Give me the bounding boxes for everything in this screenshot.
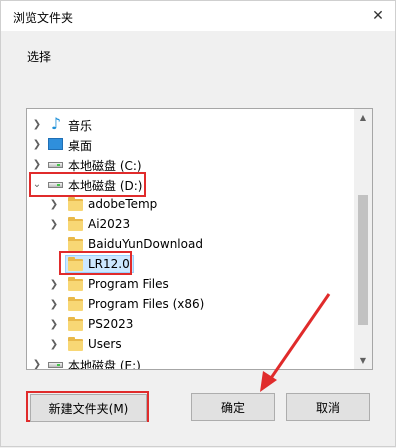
tree-item-music[interactable]: ❯ ♪ 音乐 bbox=[27, 114, 354, 134]
tree-item-label: LR12.0 bbox=[88, 257, 130, 271]
folder-icon bbox=[68, 317, 83, 331]
tree-item-folder[interactable]: ❯ Program Files bbox=[27, 274, 354, 294]
chevron-right-icon[interactable]: ❯ bbox=[48, 294, 60, 314]
chevron-right-icon[interactable]: ❯ bbox=[31, 154, 43, 174]
folder-tree-content: ❯ ♪ 音乐 ❯ 桌面 ❯ 本地磁盘 (C:) ⌄ 本地磁盘 (D:) ❯ ad… bbox=[27, 109, 354, 369]
chevron-right-icon[interactable]: ❯ bbox=[48, 194, 60, 214]
scroll-down-icon[interactable]: ▼ bbox=[354, 352, 372, 369]
chevron-right-icon[interactable]: ❯ bbox=[48, 214, 60, 234]
chevron-down-icon[interactable]: ⌄ bbox=[31, 174, 43, 194]
scrollbar-thumb[interactable] bbox=[358, 195, 368, 325]
folder-icon bbox=[68, 337, 83, 351]
tree-item-label: adobeTemp bbox=[88, 197, 158, 211]
cancel-button[interactable]: 取消 bbox=[286, 393, 370, 421]
tree-item-label: 本地磁盘 (D:) bbox=[68, 179, 143, 193]
tree-item-label: 本地磁盘 (C:) bbox=[68, 159, 142, 173]
tree-item-folder[interactable]: ❯ Users bbox=[27, 334, 354, 354]
tree-item-folder[interactable]: ❯ Program Files (x86) bbox=[27, 294, 354, 314]
drive-icon bbox=[48, 162, 63, 168]
folder-icon bbox=[68, 277, 83, 291]
tree-item-label: 音乐 bbox=[68, 119, 93, 133]
tree-item-label: Users bbox=[88, 337, 122, 351]
music-icon: ♪ bbox=[50, 114, 62, 133]
chevron-right-icon[interactable]: ❯ bbox=[48, 274, 60, 294]
browse-folder-dialog: 浏览文件夹 ✕ 选择 ❯ ♪ 音乐 ❯ 桌面 ❯ 本地磁盘 (C:) ⌄ 本地磁… bbox=[0, 0, 396, 447]
chevron-right-icon[interactable]: ❯ bbox=[48, 334, 60, 354]
tree-item-label: 本地磁盘 (E:) bbox=[68, 359, 141, 370]
folder-icon bbox=[68, 217, 83, 231]
tree-item-drive-d[interactable]: ⌄ 本地磁盘 (D:) bbox=[27, 174, 354, 194]
dialog-description: 选择 bbox=[27, 50, 52, 64]
tree-item-label: Ai2023 bbox=[88, 217, 131, 231]
chevron-right-icon[interactable]: ❯ bbox=[31, 114, 43, 134]
folder-icon bbox=[68, 197, 83, 211]
tree-item-folder[interactable]: BaiduYunDownload bbox=[27, 234, 354, 254]
title-bar: 浏览文件夹 ✕ bbox=[1, 1, 395, 31]
tree-item-label: Program Files (x86) bbox=[88, 297, 205, 311]
folder-icon bbox=[68, 257, 83, 271]
vertical-scrollbar[interactable]: ▲ ▼ bbox=[354, 109, 372, 369]
folder-tree[interactable]: ❯ ♪ 音乐 ❯ 桌面 ❯ 本地磁盘 (C:) ⌄ 本地磁盘 (D:) ❯ ad… bbox=[26, 108, 373, 370]
new-folder-button[interactable]: 新建文件夹(M) bbox=[30, 394, 147, 422]
chevron-right-icon[interactable]: ❯ bbox=[31, 354, 43, 370]
folder-icon bbox=[68, 297, 83, 311]
tree-item-label: BaiduYunDownload bbox=[88, 237, 203, 251]
tree-item-folder[interactable]: ❯ PS2023 bbox=[27, 314, 354, 334]
ok-button[interactable]: 确定 bbox=[191, 393, 275, 421]
tree-item-desktop[interactable]: ❯ 桌面 bbox=[27, 134, 354, 154]
tree-item-folder[interactable]: ❯ adobeTemp bbox=[27, 194, 354, 214]
chevron-right-icon[interactable]: ❯ bbox=[31, 134, 43, 154]
scroll-up-icon[interactable]: ▲ bbox=[354, 109, 372, 126]
chevron-right-icon[interactable]: ❯ bbox=[48, 314, 60, 334]
tree-item-label: Program Files bbox=[88, 277, 169, 291]
desktop-icon bbox=[48, 138, 63, 150]
arrow-head bbox=[260, 371, 277, 392]
folder-icon bbox=[68, 237, 83, 251]
drive-icon bbox=[48, 182, 63, 188]
tree-item-folder[interactable]: ❯ Ai2023 bbox=[27, 214, 354, 234]
dialog-title: 浏览文件夹 bbox=[13, 11, 74, 25]
close-icon[interactable]: ✕ bbox=[367, 6, 389, 26]
tree-item-drive-c[interactable]: ❯ 本地磁盘 (C:) bbox=[27, 154, 354, 174]
tree-item-drive-e[interactable]: ❯ 本地磁盘 (E:) bbox=[27, 354, 354, 370]
drive-icon bbox=[48, 362, 63, 368]
tree-item-folder-selected[interactable]: LR12.0 bbox=[27, 254, 354, 274]
tree-item-label: PS2023 bbox=[88, 317, 134, 331]
tree-item-label: 桌面 bbox=[68, 139, 93, 153]
